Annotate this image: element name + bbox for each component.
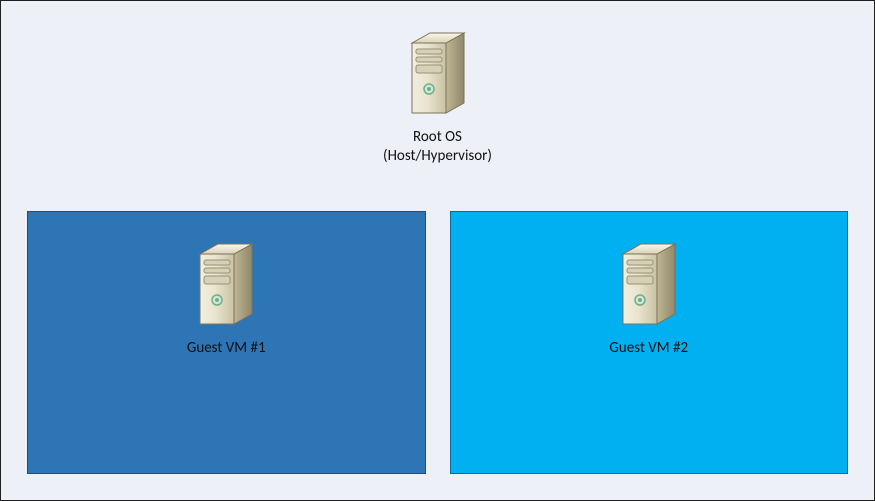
guest-vm-1-inner: Guest VM #1 <box>28 238 425 357</box>
guest-vm-row: Guest VM #1 <box>27 211 848 474</box>
root-os-label-line1: Root OS <box>1 128 874 147</box>
guest-vm-2-inner: Guest VM #2 <box>451 238 848 357</box>
server-tower-icon <box>406 27 470 117</box>
guest-vm-2-label: Guest VM #2 <box>451 339 848 357</box>
diagram-canvas: Root OS (Host/Hypervisor) <box>0 0 875 501</box>
guest-vm-1-box: Guest VM #1 <box>27 211 426 474</box>
server-tower-icon <box>194 238 258 328</box>
root-os-block: Root OS (Host/Hypervisor) <box>1 27 874 166</box>
root-os-label: Root OS (Host/Hypervisor) <box>1 128 874 166</box>
guest-vm-1-label: Guest VM #1 <box>28 339 425 357</box>
root-os-label-line2: (Host/Hypervisor) <box>1 147 874 166</box>
guest-vm-2-box: Guest VM #2 <box>450 211 849 474</box>
server-tower-icon <box>617 238 681 328</box>
